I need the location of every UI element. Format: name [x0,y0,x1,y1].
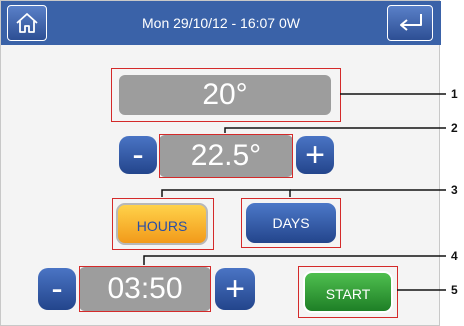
callout-line-4 [143,255,446,265]
callout-number-3: 3 [451,183,458,197]
callout-line-2 [224,127,446,133]
callout-number-5: 5 [451,283,458,297]
callout-number-2: 2 [451,121,458,135]
callout-lines [143,93,446,291]
callout-number-4: 4 [451,249,458,263]
callout-line-3-bracket [161,189,291,197]
callout-number-1: 1 [451,87,458,101]
